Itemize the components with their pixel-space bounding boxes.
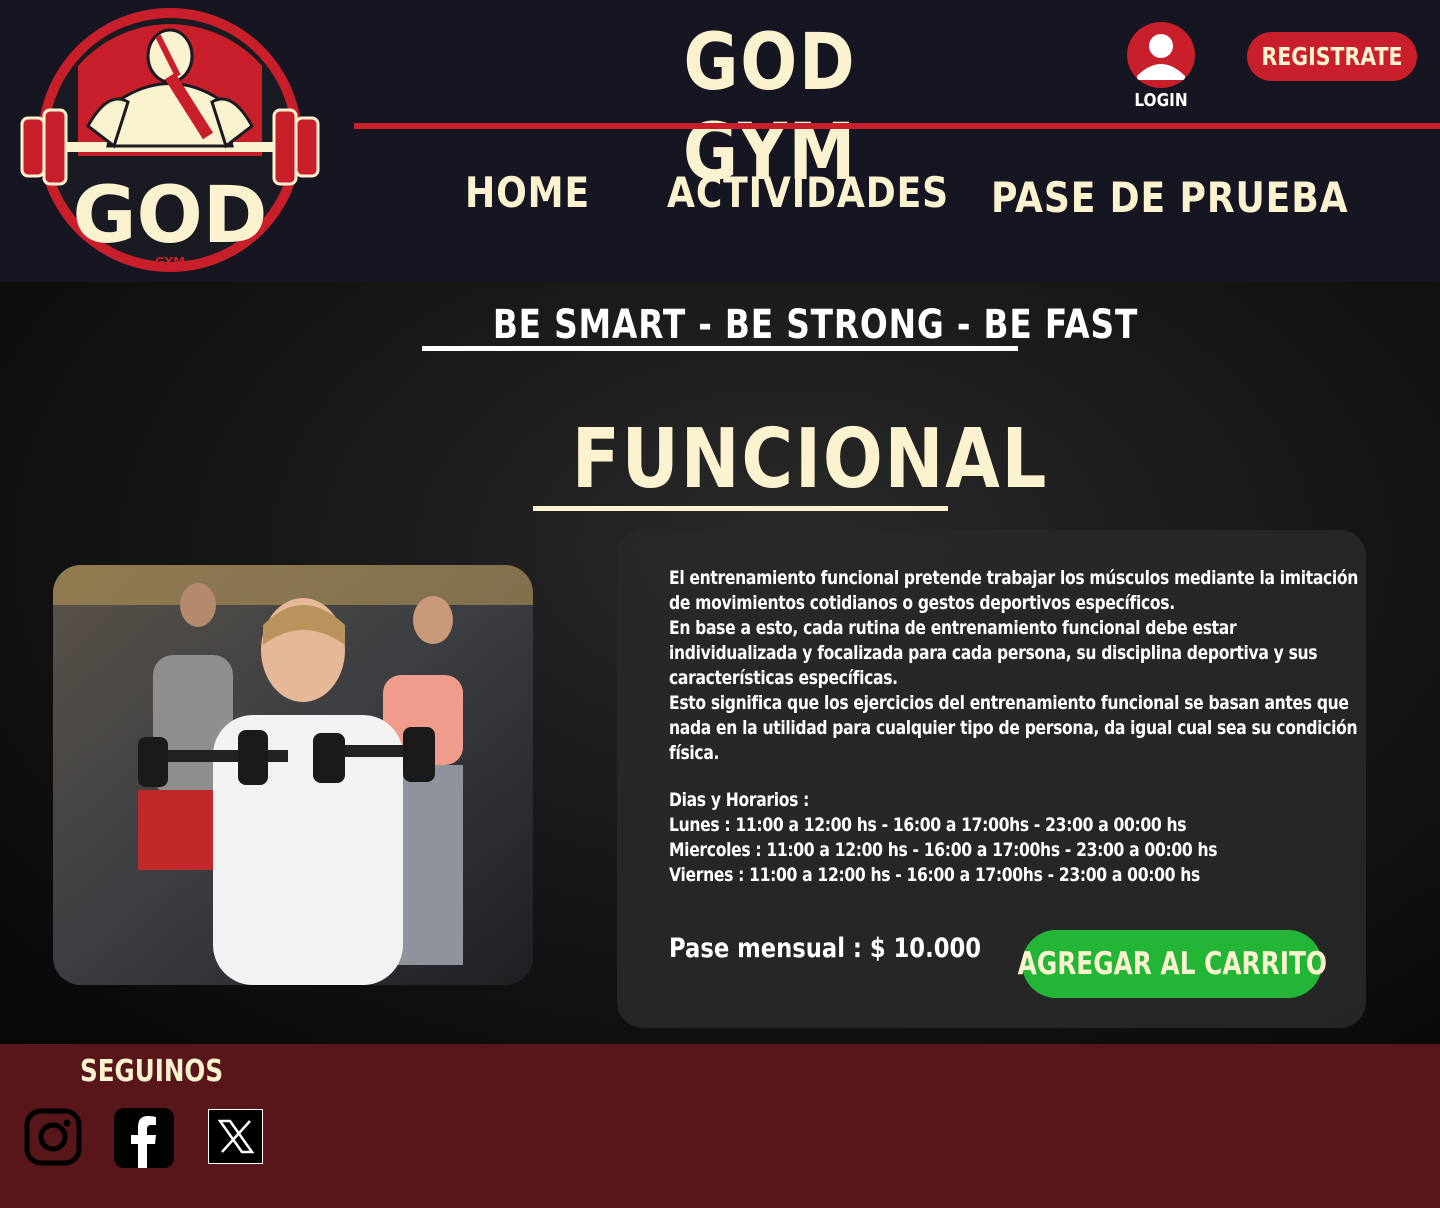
activity-photo (53, 565, 533, 985)
user-icon (1127, 22, 1195, 88)
god-gym-logo[interactable]: GOD GYM (18, 6, 322, 276)
add-to-cart-label: AGREGAR AL CARRITO (1017, 946, 1327, 982)
nav-pase-de-prueba[interactable]: PASE DE PRUEBA (991, 173, 1348, 222)
site-header: GOD GYM GOD GYM LOGIN REGISTRATE HOME AC… (0, 0, 1440, 282)
nav-actividades[interactable]: ACTIVIDADES (667, 168, 949, 217)
site-footer: SEGUINOS (0, 1044, 1440, 1208)
logo-text: GOD (72, 171, 267, 261)
follow-heading: SEGUINOS (80, 1054, 224, 1089)
activity-description: El entrenamiento funcional pretende trab… (669, 566, 1359, 766)
description-paragraph: En base a esto, cada rutina de entrenami… (669, 617, 1318, 689)
login-button[interactable]: LOGIN (1124, 22, 1198, 111)
header-divider (354, 123, 1440, 129)
schedule-line-miercoles: Miercoles : 11:00 a 12:00 hs - 16:00 a 1… (669, 839, 1218, 861)
description-paragraph: Esto significa que los ejercicios del en… (669, 692, 1358, 764)
register-button[interactable]: REGISTRATE (1247, 32, 1417, 81)
schedule-heading: Dias y Horarios : (669, 789, 810, 811)
monthly-price: Pase mensual : $ 10.000 (669, 933, 982, 964)
x-icon[interactable] (208, 1109, 263, 1164)
page-title: FUNCIONAL (533, 414, 1046, 511)
description-paragraph: El entrenamiento funcional pretende trab… (669, 567, 1359, 614)
login-label: LOGIN (1134, 90, 1188, 111)
schedule: Dias y Horarios : Lunes : 11:00 a 12:00 … (669, 788, 1359, 888)
page-title-text: FUNCIONAL (571, 412, 1049, 507)
add-to-cart-button[interactable]: AGREGAR AL CARRITO (1017, 930, 1327, 998)
facebook-icon[interactable] (114, 1108, 174, 1168)
nav-home[interactable]: HOME (465, 168, 590, 217)
schedule-line-lunes: Lunes : 11:00 a 12:00 hs - 16:00 a 17:00… (669, 814, 1187, 836)
activity-card: El entrenamiento funcional pretende trab… (617, 530, 1366, 1028)
register-label: REGISTRATE (1261, 42, 1403, 71)
logo-subtext: GYM (155, 255, 185, 269)
schedule-line-viernes: Viernes : 11:00 a 12:00 hs - 16:00 a 17:… (669, 864, 1200, 886)
slogan: BE SMART - BE STRONG - BE FAST (422, 304, 1137, 351)
instagram-icon[interactable] (24, 1108, 82, 1166)
slogan-text: BE SMART - BE STRONG - BE FAST (492, 302, 1139, 348)
main-content: BE SMART - BE STRONG - BE FAST FUNCIONAL (0, 282, 1440, 1044)
